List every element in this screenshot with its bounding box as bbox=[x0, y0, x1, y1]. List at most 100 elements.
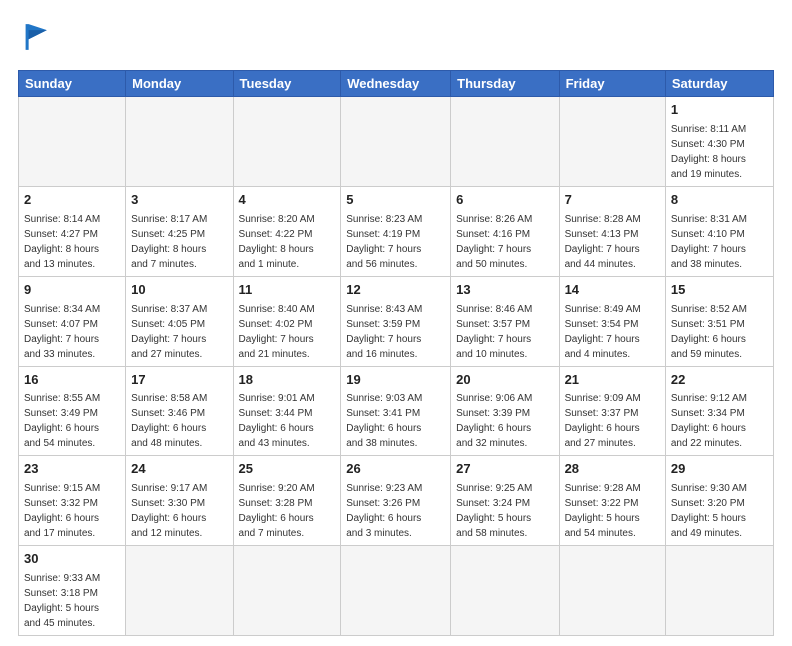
day-number: 20 bbox=[456, 371, 553, 390]
day-cell: 5Sunrise: 8:23 AM Sunset: 4:19 PM Daylig… bbox=[341, 186, 451, 276]
day-info: Sunrise: 8:20 AM Sunset: 4:22 PM Dayligh… bbox=[239, 212, 336, 272]
day-cell: 18Sunrise: 9:01 AM Sunset: 3:44 PM Dayli… bbox=[233, 366, 341, 456]
day-number: 7 bbox=[565, 191, 660, 210]
day-info: Sunrise: 9:12 AM Sunset: 3:34 PM Dayligh… bbox=[671, 391, 768, 451]
day-number: 24 bbox=[131, 460, 227, 479]
day-cell: 20Sunrise: 9:06 AM Sunset: 3:39 PM Dayli… bbox=[451, 366, 559, 456]
day-number: 13 bbox=[456, 281, 553, 300]
day-info: Sunrise: 8:43 AM Sunset: 3:59 PM Dayligh… bbox=[346, 302, 445, 362]
day-number: 2 bbox=[24, 191, 120, 210]
day-cell bbox=[233, 546, 341, 636]
day-header-monday: Monday bbox=[126, 71, 233, 97]
day-number: 25 bbox=[239, 460, 336, 479]
day-cell: 30Sunrise: 9:33 AM Sunset: 3:18 PM Dayli… bbox=[19, 546, 126, 636]
day-cell: 29 Sunrise: 9:30 AM Sunset: 3:20 PM Dayli… bbox=[665, 456, 773, 546]
week-row-5: 23 Sunrise: 9:15 AM Sunset: 3:32 PM Dayli… bbox=[19, 456, 774, 546]
day-info: Sunrise: 8:55 AM Sunset: 3:49 PM Dayligh… bbox=[24, 391, 120, 451]
day-cell bbox=[451, 97, 559, 187]
day-cell bbox=[341, 97, 451, 187]
day-cell: 27 Sunrise: 9:25 AM Sunset: 3:24 PM Dayli… bbox=[451, 456, 559, 546]
header bbox=[18, 18, 774, 56]
day-cell: 28Sunrise: 9:28 AM Sunset: 3:22 PM Dayli… bbox=[559, 456, 665, 546]
day-number: 26 bbox=[346, 460, 445, 479]
day-number: 29 bbox=[671, 460, 768, 479]
day-info: Sunrise: 8:52 AM Sunset: 3:51 PM Dayligh… bbox=[671, 302, 768, 362]
logo bbox=[18, 18, 62, 56]
week-row-6: 30Sunrise: 9:33 AM Sunset: 3:18 PM Dayli… bbox=[19, 546, 774, 636]
day-cell: 16Sunrise: 8:55 AM Sunset: 3:49 PM Dayli… bbox=[19, 366, 126, 456]
day-info: Sunrise: 8:40 AM Sunset: 4:02 PM Dayligh… bbox=[239, 302, 336, 362]
day-cell: 17Sunrise: 8:58 AM Sunset: 3:46 PM Dayli… bbox=[126, 366, 233, 456]
day-number: 6 bbox=[456, 191, 553, 210]
day-info: Sunrise: 8:17 AM Sunset: 4:25 PM Dayligh… bbox=[131, 212, 227, 272]
day-info: Sunrise: 9:03 AM Sunset: 3:41 PM Dayligh… bbox=[346, 391, 445, 451]
day-cell: 24 Sunrise: 9:17 AM Sunset: 3:30 PM Dayli… bbox=[126, 456, 233, 546]
day-header-wednesday: Wednesday bbox=[341, 71, 451, 97]
day-info: Sunrise: 8:14 AM Sunset: 4:27 PM Dayligh… bbox=[24, 212, 120, 272]
day-cell: 23 Sunrise: 9:15 AM Sunset: 3:32 PM Dayli… bbox=[19, 456, 126, 546]
day-cell bbox=[126, 97, 233, 187]
calendar-table: SundayMondayTuesdayWednesdayThursdayFrid… bbox=[18, 70, 774, 636]
day-cell: 25 Sunrise: 9:20 AM Sunset: 3:28 PM Dayli… bbox=[233, 456, 341, 546]
day-info: Sunrise: 9:17 AM Sunset: 3:30 PM Dayligh… bbox=[131, 481, 227, 541]
day-cell: 22Sunrise: 9:12 AM Sunset: 3:34 PM Dayli… bbox=[665, 366, 773, 456]
day-info: Sunrise: 8:46 AM Sunset: 3:57 PM Dayligh… bbox=[456, 302, 553, 362]
day-header-friday: Friday bbox=[559, 71, 665, 97]
day-cell: 19Sunrise: 9:03 AM Sunset: 3:41 PM Dayli… bbox=[341, 366, 451, 456]
day-cell bbox=[126, 546, 233, 636]
day-cell: 9 Sunrise: 8:34 AM Sunset: 4:07 PM Daylig… bbox=[19, 276, 126, 366]
day-info: Sunrise: 8:31 AM Sunset: 4:10 PM Dayligh… bbox=[671, 212, 768, 272]
week-row-2: 2 Sunrise: 8:14 AM Sunset: 4:27 PM Daylig… bbox=[19, 186, 774, 276]
day-cell: 1Sunrise: 8:11 AM Sunset: 4:30 PM Daylig… bbox=[665, 97, 773, 187]
day-header-saturday: Saturday bbox=[665, 71, 773, 97]
day-info: Sunrise: 9:25 AM Sunset: 3:24 PM Dayligh… bbox=[456, 481, 553, 541]
day-info: Sunrise: 9:33 AM Sunset: 3:18 PM Dayligh… bbox=[24, 571, 120, 631]
day-cell: 7 Sunrise: 8:28 AM Sunset: 4:13 PM Daylig… bbox=[559, 186, 665, 276]
day-cell: 10 Sunrise: 8:37 AM Sunset: 4:05 PM Dayli… bbox=[126, 276, 233, 366]
day-number: 10 bbox=[131, 281, 227, 300]
day-number: 22 bbox=[671, 371, 768, 390]
day-header-sunday: Sunday bbox=[19, 71, 126, 97]
day-number: 9 bbox=[24, 281, 120, 300]
day-number: 14 bbox=[565, 281, 660, 300]
day-number: 4 bbox=[239, 191, 336, 210]
day-headers-row: SundayMondayTuesdayWednesdayThursdayFrid… bbox=[19, 71, 774, 97]
day-info: Sunrise: 9:20 AM Sunset: 3:28 PM Dayligh… bbox=[239, 481, 336, 541]
day-header-tuesday: Tuesday bbox=[233, 71, 341, 97]
day-number: 15 bbox=[671, 281, 768, 300]
day-cell bbox=[559, 546, 665, 636]
day-cell bbox=[341, 546, 451, 636]
generalblue-logo-icon bbox=[18, 18, 56, 56]
day-cell: 6 Sunrise: 8:26 AM Sunset: 4:16 PM Daylig… bbox=[451, 186, 559, 276]
day-info: Sunrise: 9:09 AM Sunset: 3:37 PM Dayligh… bbox=[565, 391, 660, 451]
day-cell bbox=[559, 97, 665, 187]
day-cell bbox=[665, 546, 773, 636]
day-number: 27 bbox=[456, 460, 553, 479]
day-info: Sunrise: 8:34 AM Sunset: 4:07 PM Dayligh… bbox=[24, 302, 120, 362]
day-info: Sunrise: 9:15 AM Sunset: 3:32 PM Dayligh… bbox=[24, 481, 120, 541]
day-info: Sunrise: 9:30 AM Sunset: 3:20 PM Dayligh… bbox=[671, 481, 768, 541]
day-cell: 8 Sunrise: 8:31 AM Sunset: 4:10 PM Daylig… bbox=[665, 186, 773, 276]
day-number: 23 bbox=[24, 460, 120, 479]
day-cell: 13 Sunrise: 8:46 AM Sunset: 3:57 PM Dayli… bbox=[451, 276, 559, 366]
day-number: 3 bbox=[131, 191, 227, 210]
page: SundayMondayTuesdayWednesdayThursdayFrid… bbox=[0, 0, 792, 646]
day-cell bbox=[19, 97, 126, 187]
day-cell: 15 Sunrise: 8:52 AM Sunset: 3:51 PM Dayli… bbox=[665, 276, 773, 366]
day-info: Sunrise: 8:26 AM Sunset: 4:16 PM Dayligh… bbox=[456, 212, 553, 272]
week-row-1: 1Sunrise: 8:11 AM Sunset: 4:30 PM Daylig… bbox=[19, 97, 774, 187]
day-number: 17 bbox=[131, 371, 227, 390]
day-cell: 21Sunrise: 9:09 AM Sunset: 3:37 PM Dayli… bbox=[559, 366, 665, 456]
calendar-body: 1Sunrise: 8:11 AM Sunset: 4:30 PM Daylig… bbox=[19, 97, 774, 636]
day-cell: 2 Sunrise: 8:14 AM Sunset: 4:27 PM Daylig… bbox=[19, 186, 126, 276]
day-info: Sunrise: 8:28 AM Sunset: 4:13 PM Dayligh… bbox=[565, 212, 660, 272]
day-number: 11 bbox=[239, 281, 336, 300]
day-number: 21 bbox=[565, 371, 660, 390]
week-row-3: 9 Sunrise: 8:34 AM Sunset: 4:07 PM Daylig… bbox=[19, 276, 774, 366]
day-cell bbox=[233, 97, 341, 187]
day-number: 18 bbox=[239, 371, 336, 390]
day-number: 1 bbox=[671, 101, 768, 120]
week-row-4: 16Sunrise: 8:55 AM Sunset: 3:49 PM Dayli… bbox=[19, 366, 774, 456]
day-number: 8 bbox=[671, 191, 768, 210]
day-info: Sunrise: 8:37 AM Sunset: 4:05 PM Dayligh… bbox=[131, 302, 227, 362]
